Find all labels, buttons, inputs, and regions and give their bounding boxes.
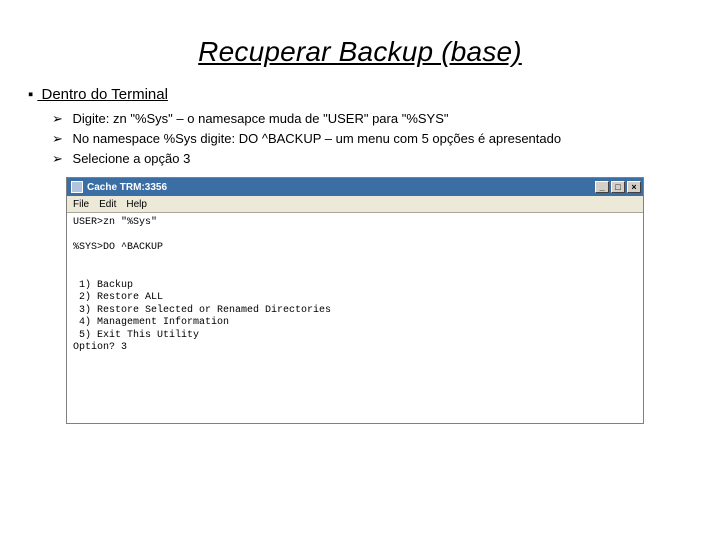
app-icon [71,181,83,193]
term-line: 1) Backup [73,280,133,291]
window-title: Cache TRM:3356 [87,182,167,193]
arrow-bullet-icon: ➢ [52,131,63,147]
arrow-bullet-icon: ➢ [52,151,63,167]
list-item-text: Digite: zn "%Sys" – o namesapce muda de … [73,111,449,126]
menu-bar: File Edit Help [67,196,643,213]
list-item-text: No namespace %Sys digite: DO ^BACKUP – u… [73,131,562,146]
title-bar[interactable]: Cache TRM:3356 _ □ × [67,178,643,196]
section-heading: ▪ Dentro do Terminal [28,86,692,103]
terminal-output[interactable]: USER>zn "%Sys" %SYS>DO ^BACKUP 1) Backup… [67,213,643,423]
term-line: USER>zn "%Sys" [73,217,157,228]
section-heading-text: Dentro do Terminal [42,86,168,103]
term-line: 2) Restore ALL [73,292,163,303]
list-item: ➢ Digite: zn "%Sys" – o namesapce muda d… [52,111,692,127]
menu-help[interactable]: Help [126,199,147,210]
arrow-bullet-icon: ➢ [52,111,63,127]
terminal-window: Cache TRM:3356 _ □ × File Edit Help USER… [66,177,644,424]
slide-title: Recuperar Backup (base) [28,36,692,68]
term-line: 4) Management Information [73,317,229,328]
list-item: ➢ No namespace %Sys digite: DO ^BACKUP –… [52,131,692,147]
term-line: Option? 3 [73,342,127,353]
square-bullet-icon: ▪ [28,86,33,103]
close-button[interactable]: × [627,181,641,193]
bullet-list: ➢ Digite: zn "%Sys" – o namesapce muda d… [28,111,692,167]
list-item-text: Selecione a opção 3 [73,151,191,166]
term-line: 3) Restore Selected or Renamed Directori… [73,305,331,316]
minimize-button[interactable]: _ [595,181,609,193]
term-line: %SYS>DO ^BACKUP [73,242,163,253]
list-item: ➢ Selecione a opção 3 [52,151,692,167]
term-line: 5) Exit This Utility [73,330,199,341]
window-controls: _ □ × [595,181,641,193]
menu-edit[interactable]: Edit [99,199,116,210]
maximize-button[interactable]: □ [611,181,625,193]
menu-file[interactable]: File [73,199,89,210]
